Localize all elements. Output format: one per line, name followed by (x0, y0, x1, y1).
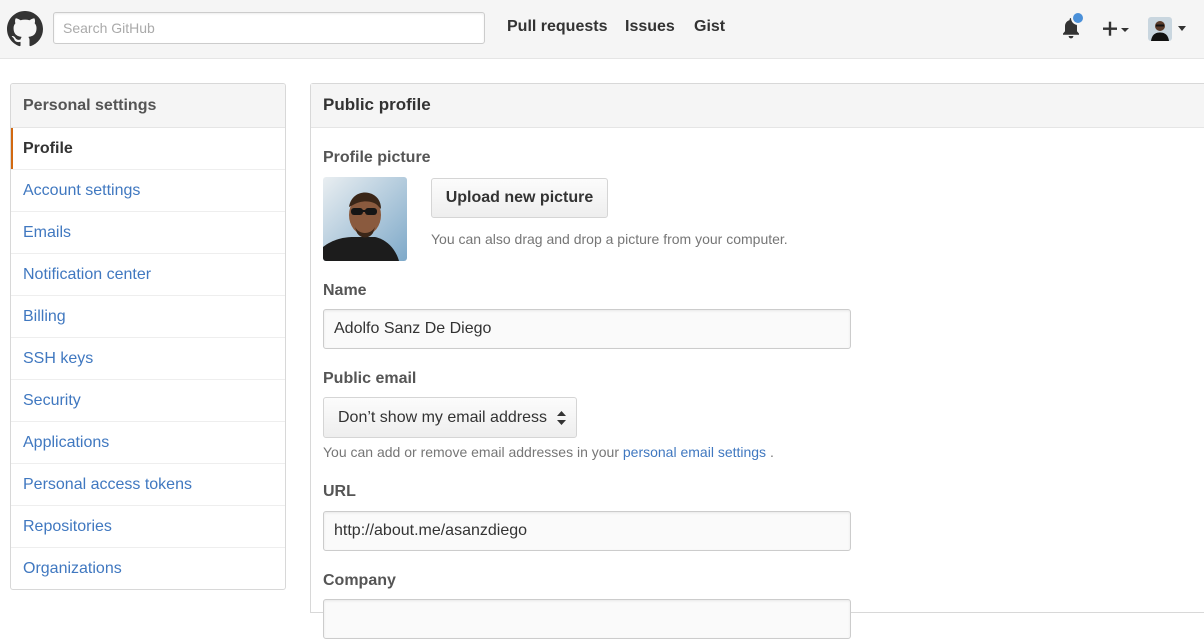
name-label: Name (323, 282, 367, 299)
sidebar-item-security[interactable]: Security (11, 380, 285, 422)
sidebar-item-organizations[interactable]: Organizations (11, 548, 285, 589)
public-email-select[interactable]: Don’t show my email address (323, 397, 577, 438)
chevron-down-icon[interactable] (1178, 26, 1186, 32)
sidebar-item-billing[interactable]: Billing (11, 296, 285, 338)
name-input[interactable] (323, 309, 851, 349)
upload-picture-button[interactable]: Upload new picture (431, 178, 608, 218)
company-label: Company (323, 572, 396, 589)
avatar[interactable] (1148, 17, 1172, 41)
public-email-label: Public email (323, 370, 417, 387)
sidebar-item-ssh-keys[interactable]: SSH keys (11, 338, 285, 380)
personal-email-settings-link[interactable]: personal email settings (623, 444, 766, 460)
public-profile-panel: Public profile Profile picture Upload ne… (310, 83, 1204, 639)
page-title: Public profile (311, 84, 1204, 128)
company-input[interactable] (323, 599, 851, 639)
upload-hint: You can also drag and drop a picture fro… (431, 231, 788, 247)
plus-icon[interactable] (1101, 18, 1133, 40)
sidebar-item-notification-center[interactable]: Notification center (11, 254, 285, 296)
sidebar-item-personal-access-tokens[interactable]: Personal access tokens (11, 464, 285, 506)
sidebar-item-emails[interactable]: Emails (11, 212, 285, 254)
nav-issues[interactable]: Issues (625, 18, 675, 36)
sidebar-item-repositories[interactable]: Repositories (11, 506, 285, 548)
sidebar-item-account-settings[interactable]: Account settings (11, 170, 285, 212)
url-label: URL (323, 483, 356, 500)
nav-pull-requests[interactable]: Pull requests (507, 18, 607, 36)
public-email-hint-suffix: . (769, 444, 774, 460)
sidebar-item-profile[interactable]: Profile (11, 128, 285, 170)
profile-picture (323, 177, 407, 261)
sidebar-item-applications[interactable]: Applications (11, 422, 285, 464)
github-mark-icon[interactable] (7, 11, 43, 47)
search-input[interactable] (53, 12, 485, 44)
url-input[interactable] (323, 511, 851, 551)
profile-picture-label: Profile picture (323, 149, 431, 166)
settings-sidebar: Personal settings Profile Account settin… (10, 83, 286, 590)
select-arrows-icon (557, 411, 566, 425)
nav-gist[interactable]: Gist (694, 18, 725, 36)
public-email-selected: Don’t show my email address (338, 409, 547, 426)
top-header: Pull requests Issues Gist (0, 0, 1204, 59)
sidebar-heading: Personal settings (11, 84, 285, 128)
public-email-hint: You can add or remove email addresses in… (323, 444, 774, 460)
notification-indicator (1071, 11, 1085, 25)
public-email-hint-text: You can add or remove email addresses in… (323, 444, 619, 460)
